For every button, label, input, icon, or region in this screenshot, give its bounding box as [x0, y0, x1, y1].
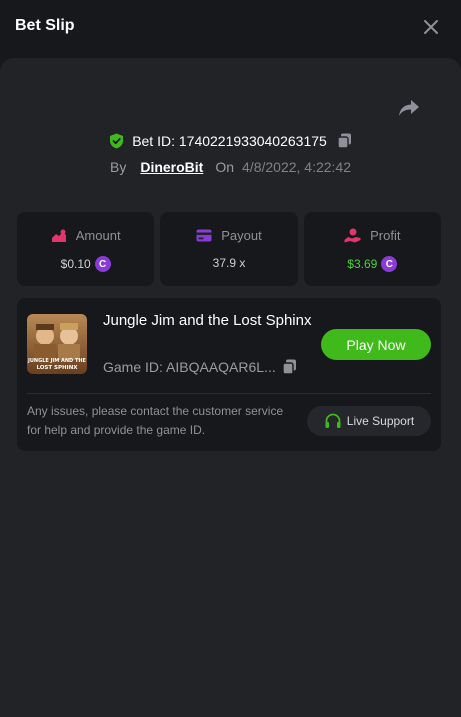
thumb-title-line-1: JUNGLE JIM AND THE [27, 358, 87, 364]
header-bar: Bet Slip [0, 0, 461, 58]
shield-check-icon [110, 133, 124, 149]
coin-icon: C [94, 256, 111, 272]
game-id-row: Game ID: AIBQAAQAR6L... [103, 359, 297, 375]
share-icon[interactable] [398, 98, 420, 118]
bet-slip-panel: Bet ID: 1740221933040263175 By DineroBit… [0, 58, 461, 717]
stat-label: Payout [221, 228, 262, 243]
stat-value: $0.10 [60, 257, 91, 271]
game-thumbnail[interactable]: JUNGLE JIM AND THE LOST SPHINX [27, 314, 87, 374]
stat-profit: Profit $3.69 C [303, 212, 441, 286]
live-support-button[interactable]: Live Support [307, 406, 431, 436]
card-icon [196, 229, 212, 242]
copy-icon[interactable] [282, 359, 297, 375]
stat-amount: Amount $0.10 C [17, 212, 155, 286]
stat-label: Profit [370, 228, 401, 243]
divider [27, 393, 431, 394]
bet-meta-row: By DineroBit On 4/8/2022, 4:22:42 [0, 157, 461, 177]
close-icon[interactable] [421, 17, 441, 37]
stat-payout: Payout 37.9 x [160, 212, 298, 286]
amount-icon [51, 229, 66, 242]
stats-row: Amount $0.10 C Payout 37.9 x Profit $3.6… [17, 212, 441, 286]
play-now-button[interactable]: Play Now [321, 329, 431, 360]
stat-value: $3.69 [347, 257, 378, 271]
live-support-label: Live Support [346, 414, 415, 428]
page-title: Bet Slip [15, 17, 75, 34]
bet-datetime: 4/8/2022, 4:22:42 [242, 159, 352, 175]
game-title[interactable]: Jungle Jim and the Lost Sphinx [103, 310, 313, 332]
headset-icon [325, 413, 341, 428]
bet-id: Bet ID: 1740221933040263175 [132, 133, 327, 149]
coin-icon: C [381, 256, 398, 272]
support-info-text: Any issues, please contact the customer … [27, 404, 284, 437]
bet-id-row: Bet ID: 1740221933040263175 [0, 131, 461, 151]
copy-icon[interactable] [337, 133, 352, 149]
on-label: On [215, 159, 235, 175]
game-id: Game ID: AIBQAAQAR6L... [103, 359, 276, 375]
thumb-title-line-2: LOST SPHINX [36, 365, 78, 371]
stat-value: 37.9 x [212, 256, 246, 270]
profit-icon [344, 228, 361, 243]
username-link[interactable]: DineroBit [140, 159, 203, 175]
game-card: JUNGLE JIM AND THE LOST SPHINX Jungle Ji… [17, 298, 441, 451]
by-label: By [109, 159, 127, 175]
stat-label: Amount [75, 228, 121, 243]
